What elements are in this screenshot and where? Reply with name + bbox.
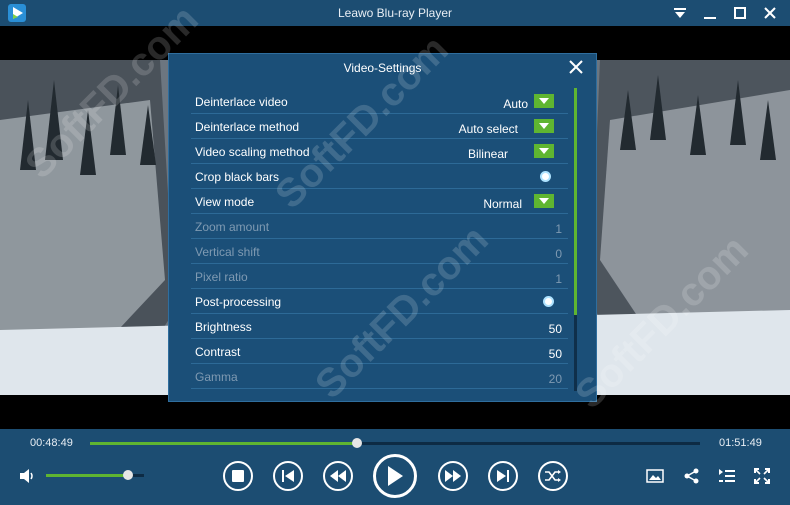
share-button[interactable] [681, 465, 703, 487]
settings-list: Deinterlace video Auto Deinterlace metho… [191, 89, 568, 390]
setting-label: Video scaling method [195, 145, 310, 159]
setting-value: 0 [555, 247, 562, 261]
dropdown-menu-button[interactable] [665, 0, 695, 26]
maximize-icon [734, 7, 746, 19]
setting-value: Bilinear [467, 147, 508, 161]
snapshot-button[interactable] [644, 465, 666, 487]
volume-button[interactable] [18, 467, 38, 485]
chevron-down-icon [539, 123, 549, 129]
elapsed-time: 00:48:49 [30, 437, 73, 449]
toggle-switch[interactable] [543, 296, 554, 307]
play-button[interactable] [373, 454, 417, 498]
dialog-close-button[interactable] [568, 59, 586, 77]
setting-label: Gamma [195, 370, 238, 384]
setting-row-contrast[interactable]: Contrast 50 [191, 339, 568, 364]
stop-button[interactable] [223, 461, 253, 491]
play-icon [388, 466, 403, 486]
toggle-switch[interactable] [540, 171, 551, 182]
rewind-icon [330, 470, 346, 482]
setting-value[interactable]: 50 [549, 347, 562, 361]
dropdown-button[interactable] [534, 194, 554, 208]
shuffle-button[interactable] [538, 461, 568, 491]
setting-row-view-mode[interactable]: View mode Normal [191, 189, 568, 214]
dropdown-button[interactable] [534, 94, 554, 108]
setting-row-vertical-shift: Vertical shift 0 [191, 239, 568, 264]
setting-row-zoom-amount: Zoom amount 1 [191, 214, 568, 239]
setting-row-video-scaling-method[interactable]: Video scaling method Bilinear [191, 139, 568, 164]
setting-value: 1 [555, 272, 562, 286]
setting-label: Deinterlace video [195, 95, 288, 109]
chevron-down-icon [539, 198, 549, 204]
dropdown-button[interactable] [534, 144, 554, 158]
dialog-title: Video-Settings [343, 61, 422, 75]
chevron-down-icon [539, 98, 549, 104]
skip-next-icon [497, 470, 509, 482]
menu-down-icon [674, 8, 686, 18]
setting-value: Normal [483, 197, 522, 211]
setting-value: Auto [503, 97, 528, 111]
setting-row-pixel-ratio: Pixel ratio 1 [191, 264, 568, 289]
rewind-button[interactable] [323, 461, 353, 491]
setting-label: Contrast [195, 345, 241, 359]
fast-forward-icon [445, 470, 461, 482]
image-icon [646, 469, 664, 483]
setting-value: Auto select [458, 122, 518, 136]
fullscreen-button[interactable] [751, 465, 773, 487]
volume-slider-fill [46, 474, 129, 477]
close-icon [764, 7, 776, 19]
setting-label: Pixel ratio [195, 270, 248, 284]
shuffle-icon [545, 470, 561, 482]
seek-bar-handle[interactable] [351, 438, 362, 448]
setting-row-crop-black-bars[interactable]: Crop black bars [191, 164, 568, 189]
setting-row-deinterlace-video[interactable]: Deinterlace video Auto [191, 89, 568, 114]
setting-label: Brightness [195, 320, 252, 334]
previous-button[interactable] [273, 461, 303, 491]
setting-value: 1 [555, 222, 562, 236]
minimize-icon [704, 17, 716, 19]
setting-label: Zoom amount [195, 220, 270, 234]
setting-label: Vertical shift [195, 245, 260, 259]
maximize-button[interactable] [725, 0, 755, 26]
fullscreen-icon [754, 468, 770, 484]
video-settings-dialog: Video-Settings Deinterlace video Auto De… [168, 53, 597, 402]
setting-row-deinterlace-method[interactable]: Deinterlace method Auto select [191, 114, 568, 139]
setting-label: Deinterlace method [195, 120, 300, 134]
next-button[interactable] [488, 461, 518, 491]
chevron-down-icon [539, 148, 549, 154]
playlist-button[interactable] [716, 465, 738, 487]
speaker-icon [20, 469, 33, 483]
skip-previous-icon [282, 470, 294, 482]
minimize-button[interactable] [695, 0, 725, 26]
stop-icon [232, 470, 244, 482]
settings-scrollbar-thumb[interactable] [574, 88, 577, 315]
dropdown-button[interactable] [534, 119, 554, 133]
setting-row-gamma: Gamma 20 [191, 364, 568, 389]
volume-slider-handle[interactable] [123, 470, 134, 480]
title-bar: Leawo Blu-ray Player [0, 0, 790, 26]
playlist-icon [719, 469, 735, 482]
close-icon [569, 60, 583, 74]
setting-label: Crop black bars [195, 170, 280, 184]
fast-forward-button[interactable] [438, 461, 468, 491]
seek-bar-fill [90, 442, 357, 445]
close-window-button[interactable] [755, 0, 785, 26]
setting-value[interactable]: 50 [549, 322, 562, 336]
setting-label: View mode [195, 195, 255, 209]
total-duration: 01:51:49 [719, 437, 762, 449]
setting-row-post-processing[interactable]: Post-processing [191, 289, 568, 314]
share-icon [684, 468, 699, 484]
setting-row-brightness[interactable]: Brightness 50 [191, 314, 568, 339]
setting-value: 20 [548, 372, 562, 386]
setting-label: Post-processing [195, 295, 282, 309]
playback-controls: 00:48:49 01:51:49 [0, 429, 790, 505]
